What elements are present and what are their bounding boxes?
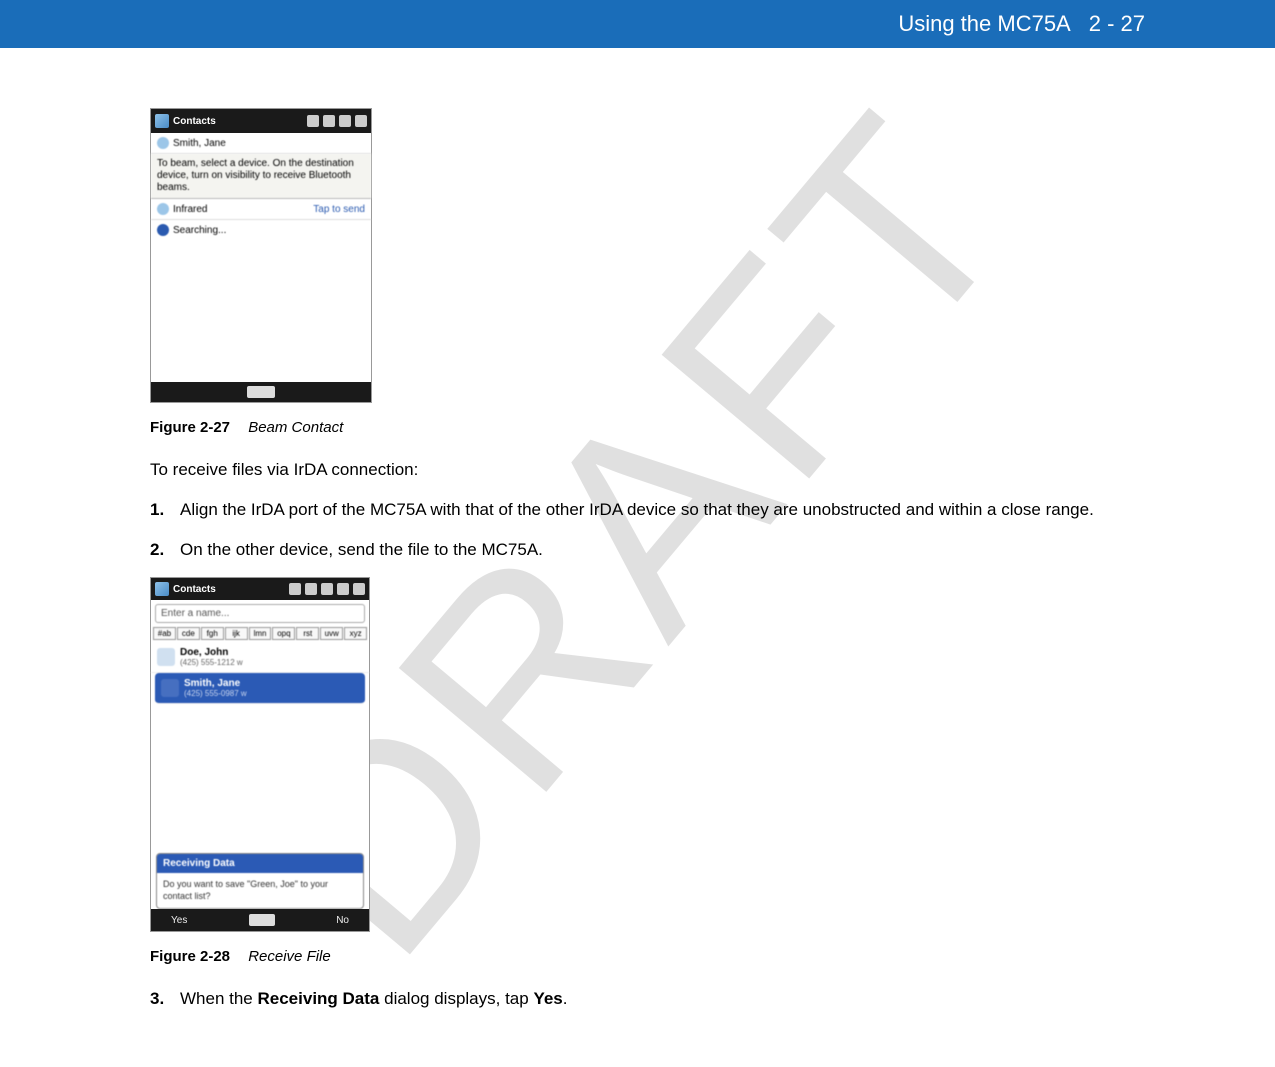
step-1: 1. Align the IrDA port of the MC75A with… [150,498,1145,522]
ss1-bottom-bar [151,382,371,402]
ss2-titlebar: Contacts [151,578,369,600]
ss2-contact2-phone: (425) 555-0987 w [184,689,247,698]
step-3-post: . [563,989,568,1008]
step-number: 1. [150,498,180,522]
ss2-contact2-name: Smith, Jane [184,678,247,689]
page-content: Contacts Smith, Jane To beam, select a d… [0,48,1275,1067]
alpha-tab: fgh [201,627,224,640]
speaker-icon [321,583,333,595]
step-3-bold1: Receiving Data [258,989,380,1008]
ss2-dialog-title: Receiving Data [157,854,363,873]
battery-icon [337,583,349,595]
figure-caption-1: Figure 2-27 Beam Contact [150,419,1145,436]
ss2-title: Contacts [173,584,216,595]
header-chapter-title: Using the MC75A [898,11,1070,37]
steps-list-a: 1. Align the IrDA port of the MC75A with… [150,498,1145,562]
step-3-mid: dialog displays, tap [379,989,533,1008]
steps-list-b: 3. When the Receiving Data dialog displa… [150,987,1145,1011]
keyboard-icon [249,914,275,926]
intro-paragraph: To receive files via IrDA connection: [150,458,1145,482]
close-icon [355,115,367,127]
alpha-tab: rst [296,627,319,640]
figure2-title: Receive File [248,948,331,965]
page-header: Using the MC75A 2 - 27 [0,0,1275,48]
alpha-tab: ijk [225,627,248,640]
sync-icon [307,115,319,127]
windows-icon [155,114,169,128]
figure-caption-2: Figure 2-28 Receive File [150,948,1145,965]
ss1-tap-to-send: Tap to send [313,204,365,215]
ss1-searching-row: Searching... [151,220,371,240]
figure-screenshot-beam-contact: Contacts Smith, Jane To beam, select a d… [150,108,372,403]
step-3-text: When the Receiving Data dialog displays,… [180,987,1145,1011]
step-1-text: Align the IrDA port of the MC75A with th… [180,498,1145,522]
figure-screenshot-receive-file: Contacts Enter a name... #ab cde fgh ijk… [150,577,370,932]
ss2-contact1-name: Doe, John [180,647,243,658]
header-page-number: 2 - 27 [1089,11,1145,37]
ss2-contact2-selected: Smith, Jane (425) 555-0987 w [155,673,365,704]
ss1-titlebar: Contacts [151,109,371,133]
battery-icon [339,115,351,127]
signal-icon [289,583,301,595]
alpha-tab: #ab [153,627,176,640]
close-icon [353,583,365,595]
avatar-icon [161,679,179,697]
ss2-yes-button: Yes [171,915,187,926]
step-2-text: On the other device, send the file to th… [180,538,1145,562]
contact-icon [157,137,169,149]
step-3-bold2: Yes [533,989,562,1008]
ss2-bottom-bar: Yes No [151,909,369,931]
avatar-icon [157,648,175,666]
ss1-infrared-label: Infrared [173,204,207,215]
ss1-contact-row: Smith, Jane [151,133,371,154]
step-number: 3. [150,987,180,1011]
figure1-title: Beam Contact [248,419,343,436]
windows-icon [155,582,169,596]
step-3: 3. When the Receiving Data dialog displa… [150,987,1145,1011]
step-number: 2. [150,538,180,562]
ss2-contact1-phone: (425) 555-1212 w [180,658,243,667]
step-3-pre: When the [180,989,258,1008]
ss1-searching-label: Searching... [173,225,226,236]
bluetooth-icon [157,224,169,236]
alpha-tab: lmn [249,627,272,640]
ss2-contact1: Doe, John (425) 555-1212 w [151,642,369,673]
ss1-infrared-row: Infrared Tap to send [151,199,371,220]
ss2-search-input: Enter a name... [155,604,365,623]
ss2-no-button: No [336,915,349,926]
ss2-receiving-dialog: Receiving Data Do you want to save "Gree… [156,853,364,909]
alpha-tab: cde [177,627,200,640]
figure2-label: Figure 2-28 [150,948,230,965]
ss2-dialog-body: Do you want to save "Green, Joe" to your… [157,873,363,908]
ss1-contact-name: Smith, Jane [173,138,226,149]
alpha-tab: xyz [344,627,367,640]
keyboard-icon [247,386,275,398]
ss2-alpha-tabs: #ab cde fgh ijk lmn opq rst uvw xyz [151,627,369,642]
ss1-instruction: To beam, select a device. On the destina… [151,154,371,199]
ss1-title: Contacts [173,116,216,127]
infrared-icon [157,203,169,215]
figure1-label: Figure 2-27 [150,419,230,436]
step-2: 2. On the other device, send the file to… [150,538,1145,562]
speaker-icon [323,115,335,127]
alpha-tab: opq [272,627,295,640]
alpha-tab: uvw [320,627,343,640]
sync-icon [305,583,317,595]
